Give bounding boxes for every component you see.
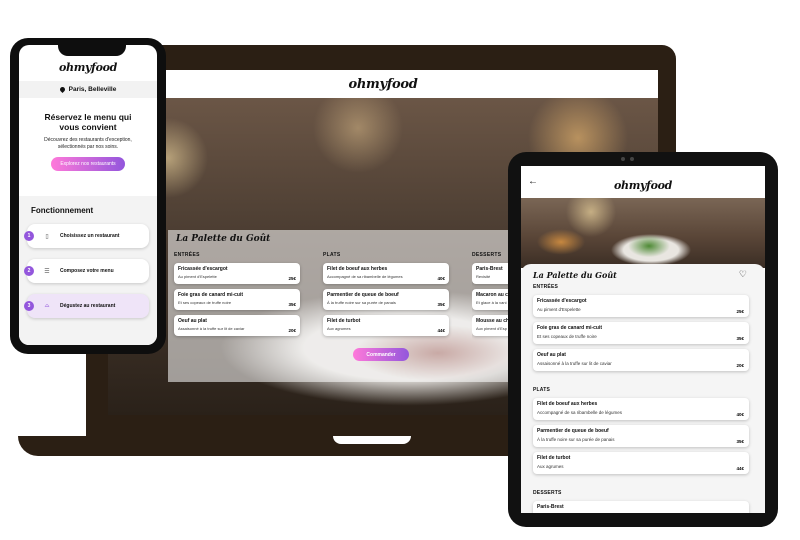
- menu-item[interactable]: Foie gras de canard mi-cuit Et ses copea…: [174, 289, 300, 310]
- item-name: Filet de boeuf aux herbes: [537, 401, 598, 407]
- item-name: Foie gras de canard mi-cuit: [178, 292, 244, 298]
- item-price: 35€: [736, 439, 744, 444]
- section-title: DESSERTS: [533, 490, 562, 496]
- item-name: Fricassée d'escargot: [178, 266, 228, 272]
- phone-notch: [58, 42, 126, 56]
- hero-subtitle: Découvrez des restaurants d'exception, s…: [44, 137, 132, 150]
- laptop-notch: [333, 436, 411, 444]
- item-price: 25€: [288, 276, 296, 281]
- step-number: 2: [24, 266, 34, 276]
- hero-title: Réservez le menu qui vous convient: [44, 112, 132, 132]
- heart-icon[interactable]: ♡: [739, 269, 747, 280]
- step-number: 3: [24, 301, 34, 311]
- item-price: 40€: [437, 276, 445, 281]
- camera-icon: [621, 157, 625, 161]
- section-title: Fonctionnement: [31, 206, 94, 215]
- section-title: PLATS: [533, 387, 551, 393]
- step-card[interactable]: 3 ⌓ Dégustez au restaurant: [24, 294, 149, 318]
- phone-hero: Réservez le menu qui vous convient Décou…: [19, 98, 157, 196]
- list-icon: ☰: [44, 268, 50, 275]
- step-number: 1: [24, 231, 34, 241]
- item-name: Filet de boeuf aux herbes: [327, 266, 388, 272]
- tablet-menu: La Palette du Goût ♡ ENTRÉES Fricassée d…: [521, 264, 765, 513]
- step-card[interactable]: 1 ▯ Choisissez un restaurant: [24, 224, 149, 248]
- column-title: PLATS: [323, 252, 341, 258]
- explore-button[interactable]: Explorez nos restaurants: [51, 157, 125, 171]
- item-desc: Aux agrumes: [327, 326, 351, 331]
- tablet-screen: ohmyfood ← La Palette du Goût ♡ ENTRÉES …: [521, 166, 765, 513]
- item-desc: Aux agrumes: [537, 464, 564, 469]
- location-bar[interactable]: Paris, Belleville: [19, 81, 157, 98]
- item-name: Fricassée d'escargot: [537, 298, 587, 304]
- menu-item[interactable]: Filet de boeuf aux herbes Accompagné de …: [533, 398, 749, 420]
- item-desc: Assaisonné à la truffe sur lit de caviar: [178, 326, 245, 331]
- menu-item[interactable]: Filet de turbot Aux agrumes 44€: [533, 452, 749, 474]
- item-name: Parmentier de queue de boeuf: [327, 292, 399, 298]
- menu-item[interactable]: Parmentier de queue de boeuf À la truffe…: [533, 425, 749, 447]
- item-name: Filet de turbot: [327, 318, 361, 324]
- menu-item[interactable]: Fricassée d'escargot Au piment d'Espelet…: [174, 263, 300, 284]
- dish-icon: ⌓: [44, 302, 50, 309]
- menu-item[interactable]: Filet de boeuf aux herbes Accompagné de …: [323, 263, 449, 284]
- menu-item[interactable]: Oeuf au plat Assaisonné à la truffe sur …: [174, 315, 300, 336]
- order-button[interactable]: Commander: [353, 348, 409, 361]
- item-desc: Accompagné de sa ribambelle de légumes: [537, 410, 623, 415]
- section-title: ENTRÉES: [533, 284, 559, 290]
- laptop-header: ohmyfood: [108, 70, 658, 98]
- item-name: Parmentier de queue de boeuf: [537, 428, 609, 434]
- camera-icon: [630, 157, 634, 161]
- item-desc: Assaisonné à la truffe sur lit de caviar: [537, 361, 612, 366]
- item-name: Paris-Brest: [537, 504, 564, 510]
- restaurant-title: La Palette du Goût: [176, 234, 271, 244]
- menu-item[interactable]: Fricassée d'escargot Au piment d'Espelet…: [533, 295, 749, 317]
- step-label: Dégustez au restaurant: [60, 303, 116, 309]
- phone-screen: ohmyfood Paris, Belleville Réservez le m…: [19, 45, 157, 345]
- item-price: 40€: [736, 412, 744, 417]
- menu-item[interactable]: Filet de turbot Aux agrumes 44€: [323, 315, 449, 336]
- back-arrow-icon[interactable]: ←: [528, 176, 538, 187]
- item-price: 44€: [437, 328, 445, 333]
- location-label: Paris, Belleville: [68, 86, 117, 93]
- item-desc: Et ses copeaux de truffe noire: [537, 334, 597, 339]
- brand-logo[interactable]: ohmyfood: [348, 77, 417, 92]
- menu-item[interactable]: Parmentier de queue de boeuf À la truffe…: [323, 289, 449, 310]
- item-price: 35€: [437, 302, 445, 307]
- location-pin-icon: [58, 85, 66, 94]
- item-name: Oeuf au plat: [178, 318, 207, 324]
- item-price: 35€: [736, 336, 744, 341]
- menu-column-entrees: ENTRÉES Fricassée d'escargot Au piment d…: [174, 252, 300, 341]
- item-name: Filet de turbot: [537, 455, 571, 461]
- menu-item[interactable]: Paris-Brest: [533, 501, 749, 513]
- item-price: 20€: [736, 363, 744, 368]
- item-desc: Accompagné de sa ribambelle de légumes: [327, 274, 403, 279]
- phone-icon: ▯: [45, 233, 49, 240]
- tablet-hero-image: [521, 198, 765, 268]
- item-desc: Au piment d'Espelette: [537, 307, 581, 312]
- restaurant-title: La Palette du Goût: [533, 270, 617, 280]
- tablet-header: ohmyfood: [521, 172, 765, 198]
- item-price: 44€: [736, 466, 744, 471]
- item-desc: Au piment d'Espelette: [178, 274, 217, 279]
- step-card[interactable]: 2 ☰ Composez votre menu: [24, 259, 149, 283]
- column-title: ENTRÉES: [174, 252, 200, 258]
- item-desc: Et ses copeaux de truffe noire: [178, 300, 232, 305]
- item-price: 20€: [288, 328, 296, 333]
- brand-logo[interactable]: ohmyfood: [614, 179, 672, 192]
- item-price: 35€: [288, 302, 296, 307]
- item-price: 25€: [736, 309, 744, 314]
- item-name: Foie gras de canard mi-cuit: [537, 325, 603, 331]
- menu-item[interactable]: Oeuf au plat Assaisonné à la truffe sur …: [533, 349, 749, 371]
- item-name: Oeuf au plat: [537, 352, 566, 358]
- item-desc: À la truffe noire sur sa purée de panais: [327, 300, 396, 305]
- menu-item[interactable]: Foie gras de canard mi-cuit Et ses copea…: [533, 322, 749, 344]
- item-desc: À la truffe noire sur sa purée de panais: [537, 437, 615, 442]
- brand-logo[interactable]: ohmyfood: [59, 61, 117, 74]
- phone-header: ohmyfood: [19, 55, 157, 79]
- step-label: Choisissez un restaurant: [60, 233, 120, 239]
- menu-column-plats: PLATS Filet de boeuf aux herbes Accompag…: [323, 252, 449, 341]
- step-label: Composez votre menu: [60, 268, 114, 274]
- how-it-works-section: Fonctionnement 1 ▯ Choisissez un restaur…: [19, 196, 157, 345]
